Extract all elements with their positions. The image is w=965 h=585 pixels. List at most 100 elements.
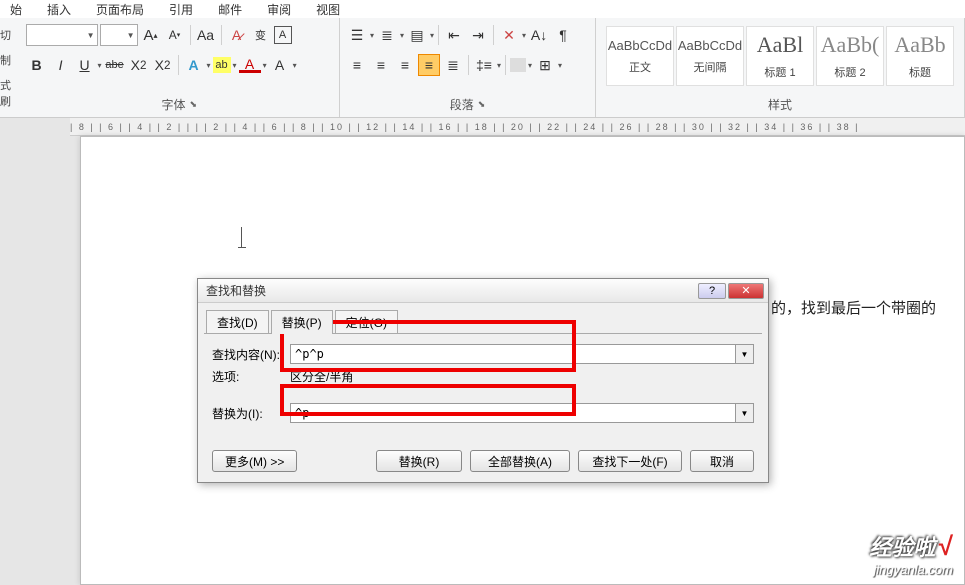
tab-insert[interactable]: 插入 — [47, 1, 71, 18]
show-marks-button[interactable]: ¶ — [552, 24, 574, 46]
cancel-button[interactable]: 取消 — [690, 450, 754, 472]
dialog-tabs: 查找(D) 替换(P) 定位(G) — [198, 303, 768, 333]
shrink-font-button[interactable]: A▾ — [164, 24, 186, 46]
style-gallery: AaBbCcDd正文 AaBbCcDd无间隔 AaBl标题 1 AaBb(标题 … — [602, 22, 958, 90]
help-button[interactable]: ? — [698, 283, 726, 299]
style-heading2[interactable]: AaBb(标题 2 — [816, 26, 884, 86]
style-nospacing[interactable]: AaBbCcDd无间隔 — [676, 26, 744, 86]
cut-partial[interactable]: 切 — [0, 27, 20, 43]
highlight-button[interactable]: ab — [213, 57, 231, 73]
asian-dist-button[interactable]: ✕ — [498, 24, 520, 46]
copy-partial[interactable]: 制 — [0, 52, 20, 68]
watermark: 经验啦 √ jingyanla.com — [869, 530, 953, 577]
text-effects-button[interactable]: A — [183, 54, 205, 76]
enclose-button[interactable]: A — [274, 26, 292, 44]
styles-group: AaBbCcDd正文 AaBbCcDd无间隔 AaBl标题 1 AaBb(标题 … — [596, 18, 965, 117]
chevron-down-icon[interactable]: ▾ — [98, 61, 102, 70]
more-button[interactable]: 更多(M) >> — [212, 450, 297, 472]
asian-layout-button[interactable]: A — [269, 54, 291, 76]
chevron-down-icon[interactable]: ▾ — [263, 61, 267, 70]
italic-button[interactable]: I — [50, 54, 72, 76]
align-justify-button[interactable]: ≡ — [418, 54, 440, 76]
line-spacing-button[interactable]: ‡≡ — [473, 54, 495, 76]
multilevel-button[interactable]: ▤ — [406, 24, 428, 46]
tab-layout[interactable]: 页面布局 — [96, 1, 144, 18]
replace-input[interactable] — [290, 403, 736, 423]
find-label: 查找内容(N): — [212, 346, 290, 363]
chevron-down-icon[interactable]: ▾ — [207, 61, 211, 70]
borders-button[interactable]: ⊞ — [534, 54, 556, 76]
tab-view[interactable]: 视图 — [316, 1, 340, 18]
options-value: 区分全/半角 — [290, 368, 353, 385]
grow-font-button[interactable]: A▴ — [140, 24, 162, 46]
document-text: 的，找到最后一个带圈的 — [771, 297, 936, 318]
clipboard-partial: 切 制 式刷 — [0, 18, 20, 117]
numbering-button[interactable]: ≣ — [376, 24, 398, 46]
chevron-down-icon: ▼ — [127, 31, 135, 40]
paragraph-group-label: 段落 — [450, 96, 474, 113]
chevron-down-icon[interactable]: ▾ — [293, 61, 297, 70]
align-dist-button[interactable]: ≣ — [442, 54, 464, 76]
chevron-down-icon[interactable]: ▾ — [400, 31, 404, 40]
shading-button[interactable] — [510, 58, 526, 72]
chevron-down-icon[interactable]: ▾ — [497, 61, 501, 70]
close-button[interactable]: ✕ — [728, 283, 764, 299]
tab-goto[interactable]: 定位(G) — [335, 310, 398, 334]
dialog-title: 查找和替换 — [202, 282, 696, 299]
paragraph-group: ☰▾ ≣▾ ▤▾ ⇤ ⇥ ✕▾ A↓ ¶ ≡ ≡ ≡ ≡ ≣ ‡≡▾ ▾ — [340, 18, 596, 117]
find-history-dropdown[interactable]: ▼ — [736, 344, 754, 364]
style-title[interactable]: AaBb标题 — [886, 26, 954, 86]
bold-button[interactable]: B — [26, 54, 48, 76]
tab-review[interactable]: 审阅 — [267, 1, 291, 18]
subscript-button[interactable]: X2 — [128, 54, 150, 76]
ribbon-tabs: 始 插入 页面布局 引用 邮件 审阅 视图 — [0, 0, 965, 18]
align-center-button[interactable]: ≡ — [370, 54, 392, 76]
style-normal[interactable]: AaBbCcDd正文 — [606, 26, 674, 86]
replace-all-button[interactable]: 全部替换(A) — [470, 450, 570, 472]
chevron-down-icon[interactable]: ▾ — [370, 31, 374, 40]
indent-right-button[interactable]: ⇥ — [467, 24, 489, 46]
underline-button[interactable]: U — [74, 54, 96, 76]
align-left-button[interactable]: ≡ — [346, 54, 368, 76]
tab-find[interactable]: 查找(D) — [206, 310, 269, 334]
dialog-button-row: 更多(M) >> 替换(R) 全部替换(A) 查找下一处(F) 取消 — [198, 450, 768, 472]
replace-history-dropdown[interactable]: ▼ — [736, 403, 754, 423]
tab-home[interactable]: 始 — [10, 1, 22, 18]
chevron-down-icon[interactable]: ▾ — [558, 61, 562, 70]
style-heading1[interactable]: AaBl标题 1 — [746, 26, 814, 86]
font-group: ▼ ▼ A▴ A▾ Aa A̷ 变 A B I U ▾ abe X2 X2 A — [20, 18, 340, 117]
dialog-launcher-icon[interactable]: ⬊ — [189, 99, 197, 110]
strike-button[interactable]: abe — [104, 54, 126, 76]
clear-format-button[interactable]: A̷ — [226, 24, 248, 46]
tab-replace[interactable]: 替换(P) — [271, 310, 333, 334]
font-size-combo[interactable]: ▼ — [100, 24, 138, 46]
options-label: 选项: — [212, 368, 290, 385]
horizontal-ruler[interactable]: | 8 | | 6 | | 4 | | 2 | | | | 2 | | 4 | … — [70, 118, 965, 136]
find-next-button[interactable]: 查找下一处(F) — [578, 450, 682, 472]
chevron-down-icon[interactable]: ▾ — [528, 61, 532, 70]
chevron-down-icon[interactable]: ▾ — [233, 61, 237, 70]
painter-partial[interactable]: 式刷 — [0, 77, 20, 109]
change-case-button[interactable]: Aa — [195, 24, 217, 46]
superscript-button[interactable]: X2 — [152, 54, 174, 76]
tab-references[interactable]: 引用 — [169, 1, 193, 18]
chevron-down-icon[interactable]: ▾ — [522, 31, 526, 40]
chevron-down-icon[interactable]: ▾ — [430, 31, 434, 40]
font-family-combo[interactable]: ▼ — [26, 24, 98, 46]
find-replace-dialog: 查找和替换 ? ✕ 查找(D) 替换(P) 定位(G) 查找内容(N): ▼ 选… — [197, 278, 769, 483]
find-input[interactable] — [290, 344, 736, 364]
ribbon-body: 切 制 式刷 ▼ ▼ A▴ A▾ Aa A̷ 变 A B I U ▾ — [0, 18, 965, 118]
dialog-panel: 查找内容(N): ▼ 选项: 区分全/半角 替换为(I): ▼ — [204, 333, 762, 463]
font-color-button[interactable]: A — [239, 57, 261, 73]
check-icon: √ — [939, 531, 953, 561]
tab-mailings[interactable]: 邮件 — [218, 1, 242, 18]
dialog-titlebar[interactable]: 查找和替换 ? ✕ — [198, 279, 768, 303]
bullets-button[interactable]: ☰ — [346, 24, 368, 46]
indent-left-button[interactable]: ⇤ — [443, 24, 465, 46]
font-group-label: 字体 — [161, 96, 185, 113]
replace-button[interactable]: 替换(R) — [376, 450, 462, 472]
dialog-launcher-icon[interactable]: ⬊ — [478, 99, 486, 110]
sort-button[interactable]: A↓ — [528, 24, 550, 46]
align-right-button[interactable]: ≡ — [394, 54, 416, 76]
phonetic-button[interactable]: 变 — [250, 24, 272, 46]
